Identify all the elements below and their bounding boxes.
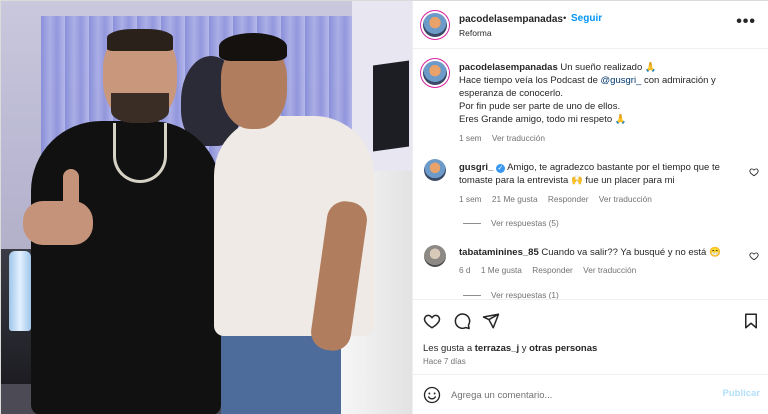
comment-icon[interactable] [453, 312, 471, 330]
avatar[interactable] [424, 159, 446, 181]
likes-others[interactable]: otras personas [529, 343, 597, 354]
softbox-light [373, 60, 409, 152]
follow-button[interactable]: Seguir [571, 13, 602, 24]
location-link[interactable]: Reforma [459, 28, 492, 38]
reply-button[interactable]: Responder [548, 194, 589, 204]
view-replies-button[interactable]: Ver respuestas (5) [463, 218, 559, 228]
man-left-hair [107, 29, 173, 51]
post-header: pacodelasempanadas • Seguir Reforma ••• [413, 1, 768, 49]
comment-composer: Publicar [413, 374, 768, 414]
post-date[interactable]: Hace 7 días [423, 357, 466, 366]
likes-summary: Les gusta a terrazas_j y otras personas [423, 343, 597, 354]
caption-line1: Un sueño realizado 🙏 [560, 62, 657, 73]
comment-time[interactable]: 1 sem [459, 194, 482, 204]
thumbs-up [63, 169, 79, 209]
heart-icon[interactable] [749, 167, 759, 177]
separator-dot: • [563, 13, 567, 24]
man-left-beard [111, 93, 169, 123]
share-icon[interactable] [482, 312, 500, 330]
comment-meta: 1 sem 21 Me gusta Responder Ver traducci… [459, 194, 652, 204]
likes-mid: y [519, 343, 530, 354]
chain-necklace [113, 123, 167, 183]
translate-link[interactable]: Ver traducción [599, 194, 652, 204]
comment-text: tabataminines_85 Cuando va salir?? Ya bu… [459, 246, 749, 259]
reply-button[interactable]: Responder [532, 265, 573, 275]
caption-line5: Eres Grande amigo, todo mi respeto 🙏 [459, 114, 627, 125]
comment-username[interactable]: tabataminines_85 [459, 247, 539, 258]
water-bottle [9, 251, 31, 331]
man-left-arm [23, 201, 93, 245]
caption-text: pacodelasempanadas Un sueño realizado 🙏 … [459, 61, 759, 126]
post-window: pacodelasempanadas • Seguir Reforma ••• … [0, 0, 768, 414]
caption-line3: esperanza de conocerlo. [459, 88, 564, 99]
comment-text: gusgri_ ✓ Amigo, te agradezco bastante p… [459, 161, 749, 187]
likes-user[interactable]: terrazas_j [475, 343, 519, 354]
man-right-hair [219, 33, 287, 61]
action-bar: Les gusta a terrazas_j y otras personas … [413, 299, 768, 383]
avatar[interactable] [423, 13, 447, 37]
translate-link[interactable]: Ver traducción [492, 133, 545, 143]
emoji-icon[interactable] [423, 386, 441, 404]
comment-time[interactable]: 6 d [459, 265, 471, 275]
caption-line4: Por fin pude ser parte de uno de ellos. [459, 101, 621, 112]
avatar[interactable] [423, 61, 447, 85]
likes-prefix: Les gusta a [423, 343, 475, 354]
comment-body: Cuando va salir?? Ya busqué y no está 😁 [541, 247, 721, 258]
publish-button[interactable]: Publicar [723, 388, 761, 399]
caption-username[interactable]: pacodelasempanadas [459, 62, 558, 73]
post-sidebar: pacodelasempanadas • Seguir Reforma ••• … [412, 1, 768, 414]
replies-line [463, 223, 481, 225]
avatar[interactable] [424, 245, 446, 267]
comment-username[interactable]: gusgri_ [459, 162, 493, 173]
comment-likes[interactable]: 21 Me gusta [492, 194, 538, 204]
comment-meta: 6 d 1 Me gusta Responder Ver traducción [459, 265, 636, 275]
comment-likes[interactable]: 1 Me gusta [481, 265, 522, 275]
mention-link[interactable]: @gusgri_ [601, 75, 642, 86]
post-photo[interactable] [1, 1, 412, 414]
replies-line [463, 295, 481, 297]
translate-link[interactable]: Ver traducción [583, 265, 636, 275]
caption-line2-pre: Hace tiempo veía los Podcast de [459, 75, 601, 86]
view-replies-label: Ver respuestas (5) [491, 218, 559, 228]
caption-meta: 1 sem Ver traducción [459, 133, 545, 143]
caption-time[interactable]: 1 sem [459, 133, 482, 143]
heart-icon[interactable] [749, 251, 759, 261]
header-username[interactable]: pacodelasempanadas [459, 14, 563, 25]
comment-input[interactable] [451, 386, 711, 404]
bookmark-icon[interactable] [742, 312, 760, 330]
caption-line2-post: con admiración y [641, 75, 716, 86]
heart-icon[interactable] [423, 312, 441, 330]
more-icon[interactable]: ••• [736, 13, 756, 31]
verified-icon: ✓ [495, 164, 505, 173]
